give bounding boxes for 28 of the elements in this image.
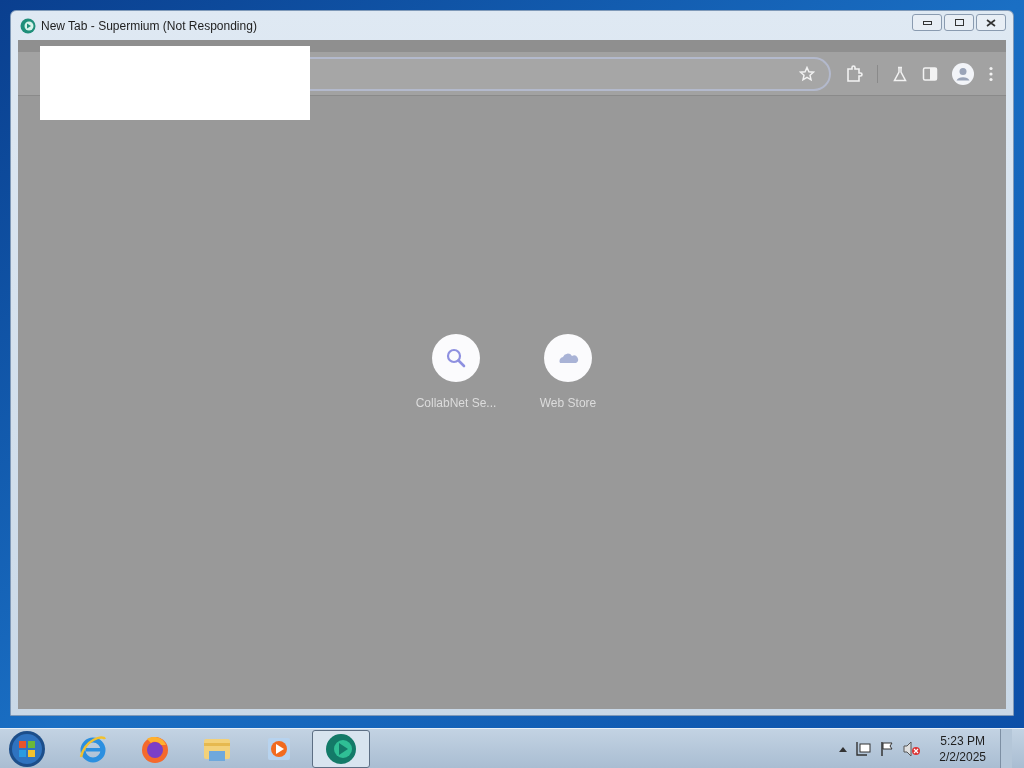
shortcut-tile[interactable]: CollabNet Se... (408, 333, 504, 412)
close-icon (986, 18, 996, 27)
menu-icon[interactable] (988, 65, 994, 82)
flag-icon[interactable] (879, 740, 896, 757)
side-panel-icon[interactable] (922, 65, 938, 82)
taskbar-button[interactable] (312, 729, 370, 768)
shortcut-label: Web Store (539, 394, 597, 412)
shortcut-label: CollabNet Se... (415, 394, 497, 412)
clock-date: 2/2/2025 (939, 748, 986, 765)
star-icon[interactable] (799, 65, 815, 82)
shortcut-tile[interactable]: Web Store (520, 333, 616, 412)
show-desktop-button[interactable] (1000, 728, 1012, 768)
profile-icon[interactable] (952, 62, 974, 85)
start-button[interactable] (8, 729, 46, 768)
restore-icon (954, 19, 964, 26)
maximize-button[interactable] (944, 14, 974, 31)
minimize-button[interactable] (912, 14, 942, 31)
clock-time: 5:23 PM (940, 732, 985, 749)
minimize-icon (922, 20, 932, 25)
speaker-muted-icon[interactable] (903, 740, 922, 757)
window-title: New Tab - Supermium (Not Responding) (41, 17, 257, 35)
close-button[interactable] (976, 14, 1006, 31)
app-icon (20, 17, 36, 34)
chevron-up-icon[interactable] (839, 745, 848, 752)
app-icon (325, 732, 357, 765)
network-icon[interactable] (855, 740, 872, 757)
flask-icon[interactable] (892, 65, 908, 82)
puzzle-icon[interactable] (845, 64, 863, 83)
